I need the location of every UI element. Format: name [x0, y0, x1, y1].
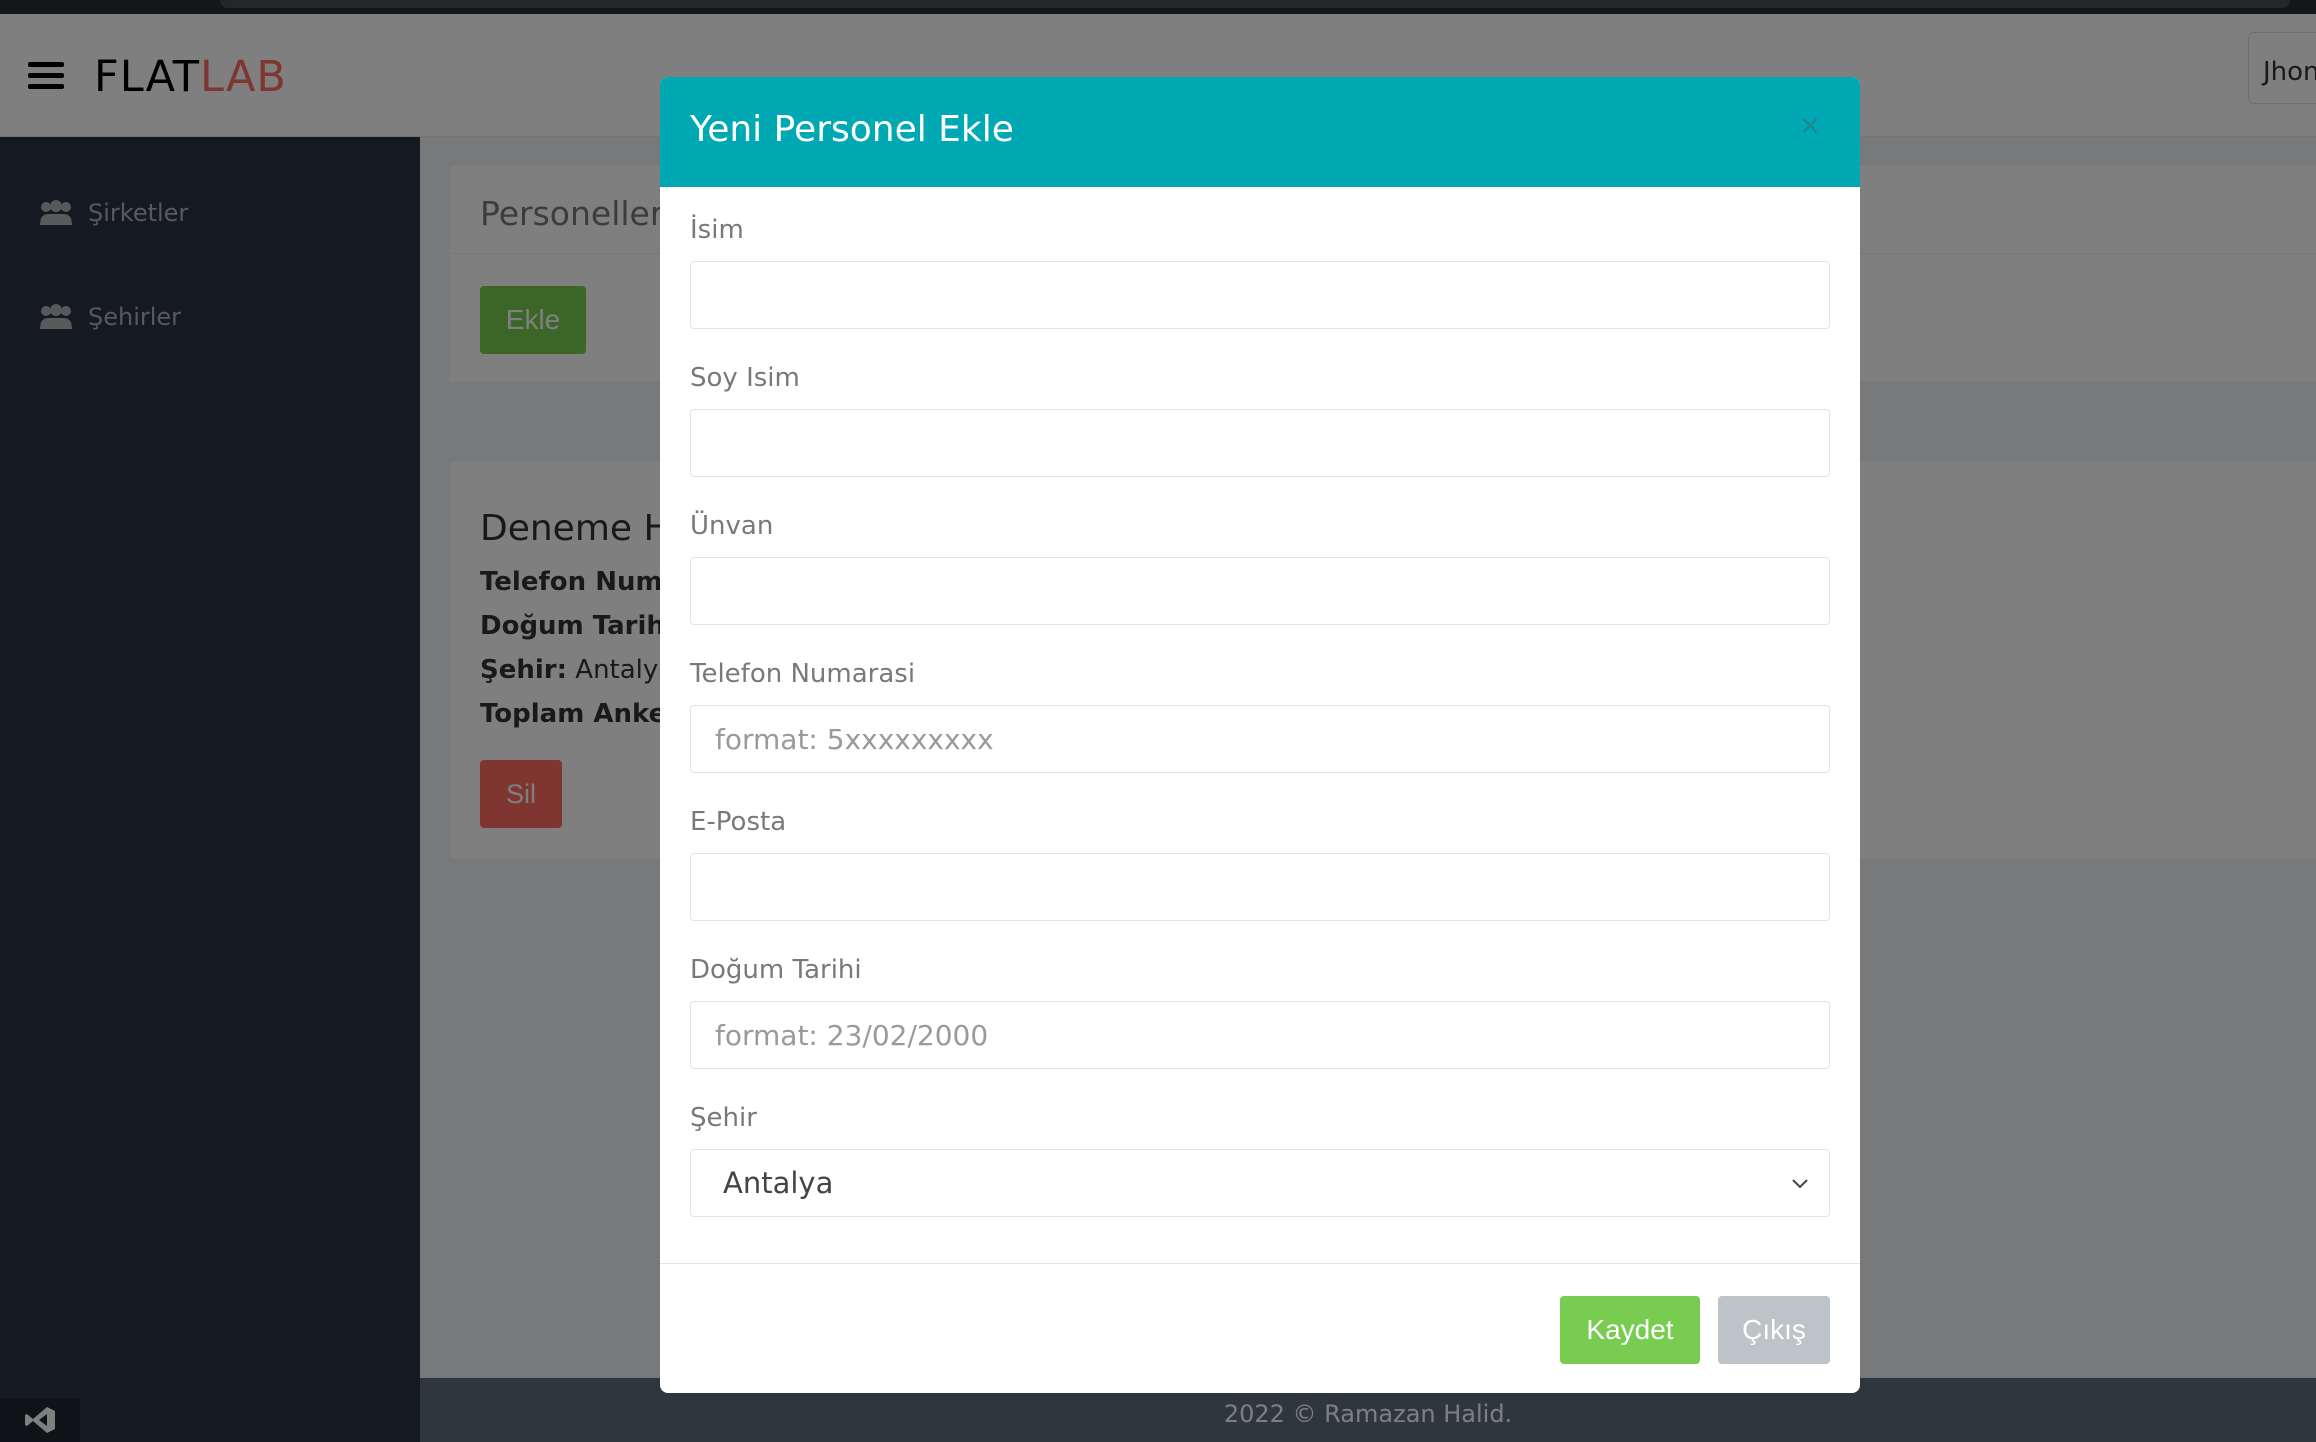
surname-group: Soy Isim — [690, 363, 1830, 477]
title-label: Ünvan — [690, 511, 774, 541]
save-button[interactable]: Kaydet — [1560, 1296, 1700, 1364]
title-input[interactable] — [690, 557, 1830, 625]
modal-footer: Kaydet Çıkış — [660, 1263, 1860, 1393]
exit-button[interactable]: Çıkış — [1718, 1296, 1830, 1364]
city-select[interactable]: Antalya — [690, 1149, 1830, 1217]
email-input[interactable] — [690, 853, 1830, 921]
birth-label: Doğum Tarihi — [690, 955, 862, 985]
name-group: İsim — [690, 215, 1830, 329]
phone-group: Telefon Numarasi — [690, 659, 1830, 773]
chevron-down-icon — [1792, 1179, 1808, 1189]
city-group: Şehir Antalya — [690, 1103, 1830, 1217]
city-label: Şehir — [690, 1103, 757, 1133]
phone-label: Telefon Numarasi — [690, 659, 916, 689]
modal-title: Yeni Personel Ekle — [690, 109, 1014, 150]
surname-label: Soy Isim — [690, 363, 800, 393]
city-selected-value: Antalya — [723, 1166, 834, 1200]
add-personnel-modal: Yeni Personel Ekle × İsim Soy Isim Ünvan… — [660, 77, 1860, 1393]
close-icon[interactable]: × — [1800, 107, 1820, 146]
modal-header: Yeni Personel Ekle × — [660, 77, 1860, 187]
email-group: E-Posta — [690, 807, 1830, 921]
name-input[interactable] — [690, 261, 1830, 329]
birth-group: Doğum Tarihi — [690, 955, 1830, 1069]
name-label: İsim — [690, 215, 744, 245]
title-group: Ünvan — [690, 511, 1830, 625]
email-label: E-Posta — [690, 807, 787, 837]
modal-body: İsim Soy Isim Ünvan Telefon Numarasi E-P… — [660, 187, 1860, 1217]
phone-input[interactable] — [690, 705, 1830, 773]
surname-input[interactable] — [690, 409, 1830, 477]
birth-date-input[interactable] — [690, 1001, 1830, 1069]
